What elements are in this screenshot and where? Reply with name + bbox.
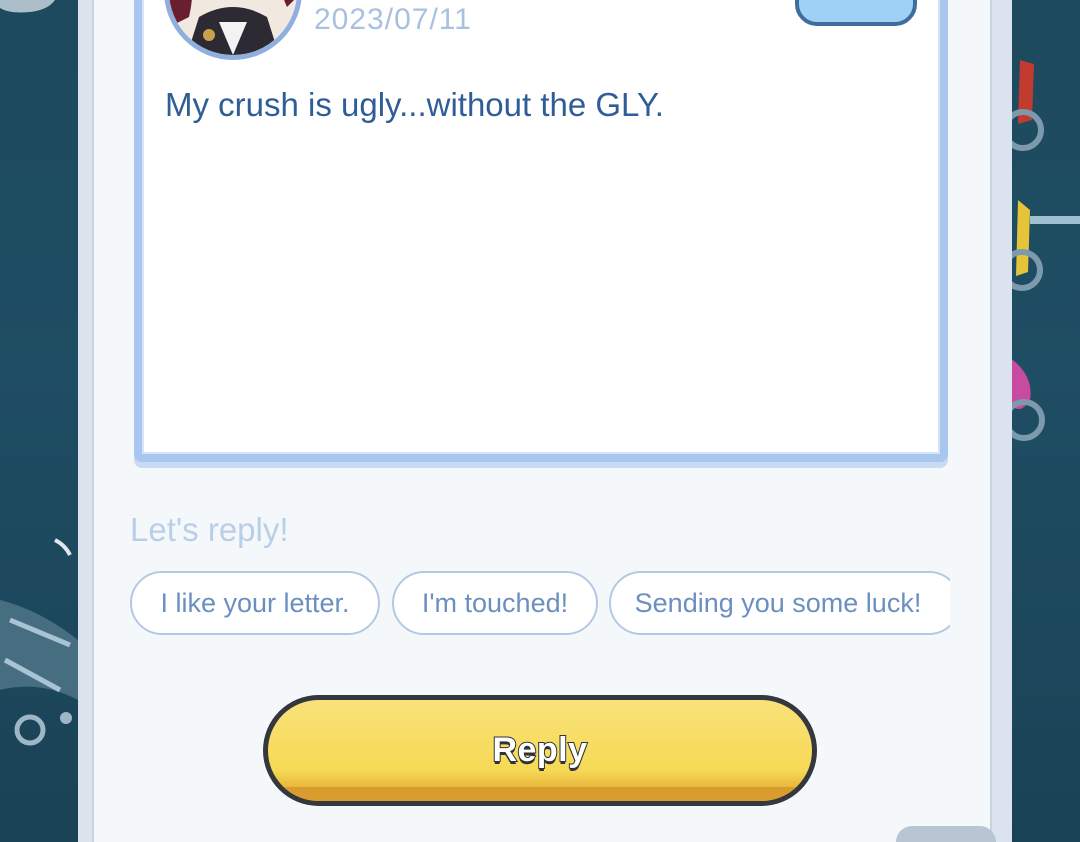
add-button[interactable] [795, 0, 917, 26]
quick-reply-chip[interactable]: I like your letter. [130, 571, 380, 635]
reply-hint: Let's reply! [130, 511, 289, 548]
background-decoration-left [0, 0, 78, 746]
quick-reply-chip[interactable]: I'm touched! [392, 571, 598, 635]
letter-date: 2023/07/11 [314, 3, 472, 36]
plus-icon [799, 0, 913, 22]
paper-corner-decoration [896, 826, 996, 842]
letter-message: My crush is ugly...without the GLY. [165, 86, 664, 123]
reply-button-face: Reply [268, 700, 812, 801]
quick-reply-list: I like your letter. I'm touched! Sending… [130, 571, 950, 637]
letter-content-box [134, 0, 948, 462]
reply-button-label: Reply [491, 730, 588, 770]
reply-button[interactable]: Reply [263, 695, 817, 806]
quick-reply-chip[interactable]: Sending you some luck! [609, 571, 950, 635]
